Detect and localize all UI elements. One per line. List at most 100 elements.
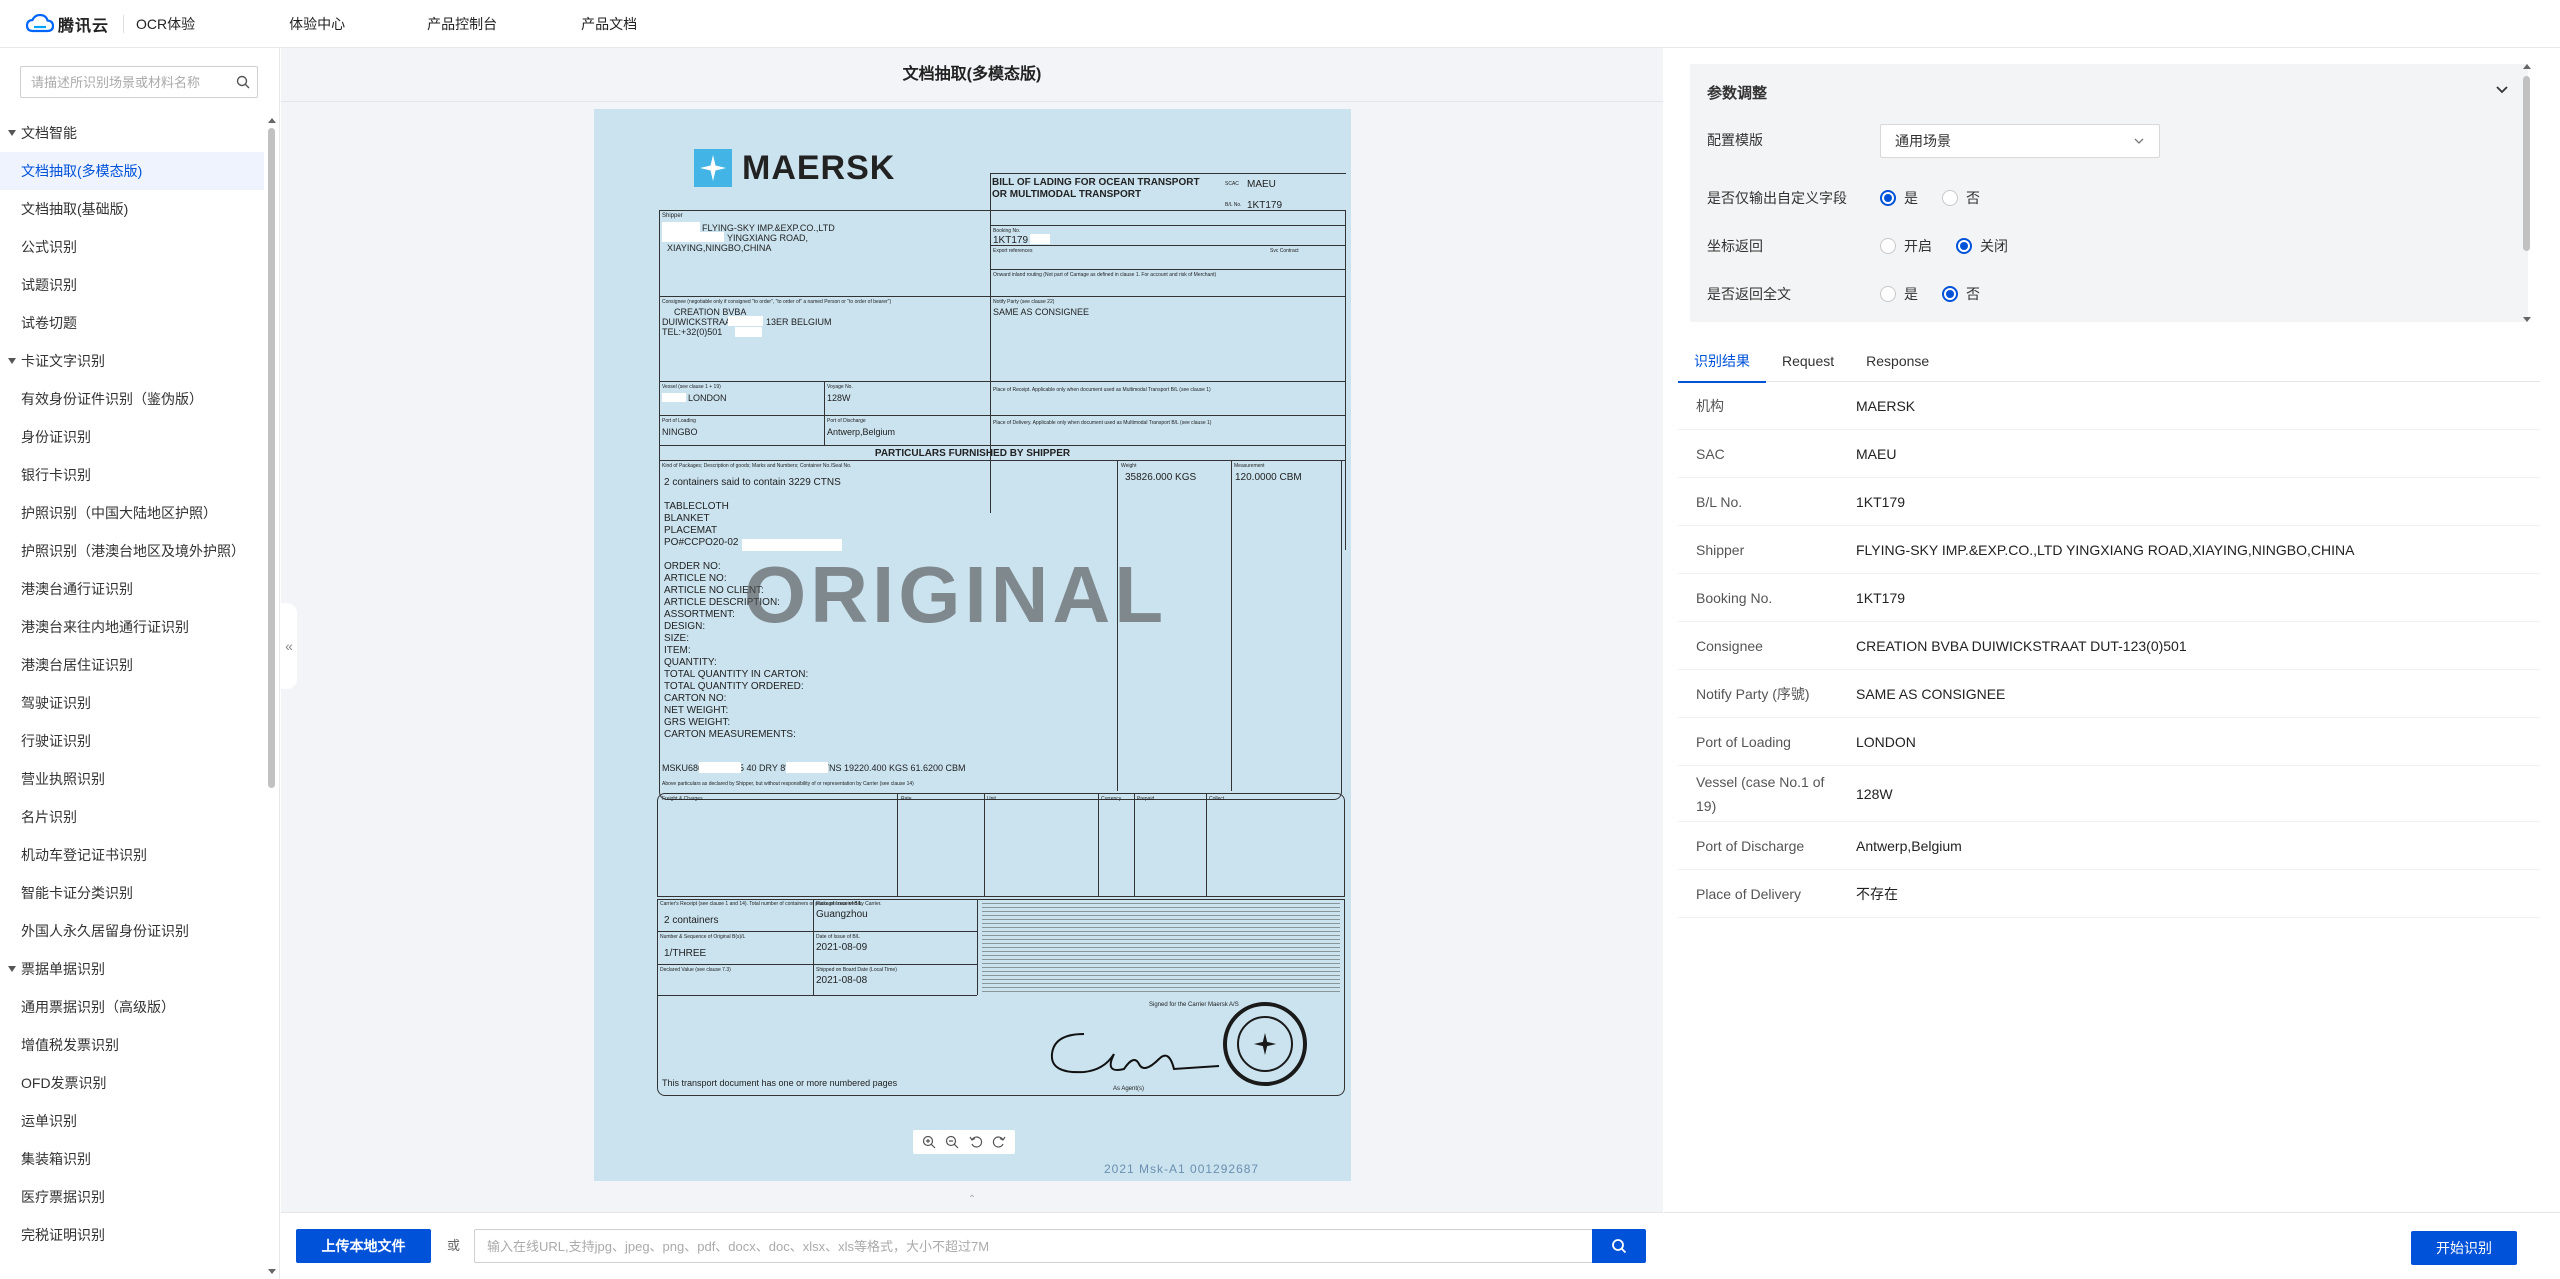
rotate-right-icon[interactable] xyxy=(990,1133,1008,1151)
result-key: Port of Loading xyxy=(1696,733,1791,750)
custom-only-yes-radio[interactable]: 是 xyxy=(1880,188,1918,208)
search-icon[interactable] xyxy=(229,67,257,97)
radio-checked-icon xyxy=(1880,190,1896,206)
menu-item-question[interactable]: 试题识别 xyxy=(0,266,264,304)
scroll-down-icon[interactable] xyxy=(268,1269,276,1274)
menu-item-bank-card[interactable]: 银行卡识别 xyxy=(0,456,264,494)
doc-transport-note: This transport document has one or more … xyxy=(662,1078,898,1088)
menu-item-doc-extract-basic[interactable]: 文档抽取(基础版) xyxy=(0,190,264,228)
doc-collect-label: Collect xyxy=(1209,796,1225,802)
menu-group-doc-intelligence[interactable]: 文档智能 xyxy=(0,114,264,152)
doc-shipped-value: 2021-08-08 xyxy=(816,975,868,986)
coord-on-radio[interactable]: 开启 xyxy=(1880,236,1932,256)
tab-result[interactable]: 识别结果 xyxy=(1678,340,1766,383)
brand-logo[interactable]: 腾讯云 xyxy=(26,0,109,48)
menu-group-invoice-ocr[interactable]: 票据单据识别 xyxy=(0,950,264,988)
menu-item-id-card[interactable]: 身份证识别 xyxy=(0,418,264,456)
result-value: LONDON xyxy=(1856,733,1916,750)
result-key: Notify Party (序號) xyxy=(1696,685,1810,702)
url-input-wrapper xyxy=(474,1229,1594,1263)
doc-number-value: 1/THREE xyxy=(664,948,707,959)
upload-bar: 上传本地文件 或 xyxy=(281,1212,1663,1279)
menu-item-business-card[interactable]: 名片识别 xyxy=(0,798,264,836)
doc-title-line2: OR MULTIMODAL TRANSPORT xyxy=(992,189,1142,200)
result-list: 机构 MAERSK SAC MAEU B/L No. 1KT179 Shipper FL… xyxy=(1678,382,2540,918)
doc-freight-label: Freight & Charges xyxy=(662,796,703,802)
doc-booking-label: Booking No. xyxy=(993,228,1021,234)
nav-ocr-experience[interactable]: OCR体验 xyxy=(136,0,195,48)
menu-group-card-ocr[interactable]: 卡证文字识别 xyxy=(0,342,264,380)
zoom-out-icon[interactable] xyxy=(943,1133,961,1151)
menu-item-hmt-residence[interactable]: 港澳台居住证识别 xyxy=(0,646,264,684)
fulltext-yes-radio[interactable]: 是 xyxy=(1880,284,1918,304)
menu-item-id-antifake[interactable]: 有效身份证件识别（鉴伪版） xyxy=(0,380,264,418)
scroll-up-icon[interactable] xyxy=(2523,64,2531,69)
doc-receipt-label: Place of Receipt. Applicable only when d… xyxy=(993,387,1211,393)
fulltext-no-radio[interactable]: 否 xyxy=(1942,284,1980,304)
action-bar: 开始识别 xyxy=(1664,1212,2560,1279)
scroll-up-icon[interactable] xyxy=(268,118,276,123)
menu-item-ofd-invoice[interactable]: OFD发票识别 xyxy=(0,1064,264,1102)
doc-rule xyxy=(659,210,1346,211)
params-scrollbar[interactable] xyxy=(2522,64,2532,322)
url-search-button[interactable] xyxy=(1592,1229,1646,1263)
start-recognition-button[interactable]: 开始识别 xyxy=(2411,1231,2517,1265)
nav-product-docs[interactable]: 产品文档 xyxy=(581,0,637,48)
nav-product-console[interactable]: 产品控制台 xyxy=(427,0,497,48)
result-row: Vessel (case No.1 of 19) 128W xyxy=(1678,766,2540,822)
scroll-down-icon[interactable] xyxy=(2523,317,2531,322)
sidebar-scrollbar[interactable] xyxy=(268,118,276,1274)
menu-item-vat-invoice[interactable]: 增值税发票识别 xyxy=(0,1026,264,1064)
custom-only-no-radio[interactable]: 否 xyxy=(1942,188,1980,208)
chevron-down-icon[interactable] xyxy=(2492,80,2512,100)
radio-checked-icon xyxy=(1956,238,1972,254)
carrier-signature-icon xyxy=(1050,1033,1220,1074)
doc-rule xyxy=(824,381,825,445)
doc-particulars-title: PARTICULARS FURNISHED BY SHIPPER xyxy=(874,448,1071,459)
doc-rule xyxy=(659,445,1346,446)
menu-item-vehicle-license[interactable]: 行驶证识别 xyxy=(0,722,264,760)
menu-item-container[interactable]: 集装箱识别 xyxy=(0,1140,264,1178)
menu-item-foreign-residence[interactable]: 外国人永久居留身份证识别 xyxy=(0,912,264,950)
menu-item-formula[interactable]: 公式识别 xyxy=(0,228,264,266)
menu-item-exam-split[interactable]: 试卷切题 xyxy=(0,304,264,342)
sidebar-search xyxy=(20,66,258,98)
doc-rule xyxy=(1134,793,1135,897)
menu-item-medical-invoice[interactable]: 医疗票据识别 xyxy=(0,1178,264,1216)
menu-item-vehicle-registration[interactable]: 机动车登记证书识别 xyxy=(0,836,264,874)
nav-experience-center[interactable]: 体验中心 xyxy=(289,0,345,48)
coord-off-radio[interactable]: 关闭 xyxy=(1956,236,2008,256)
menu-item-doc-extract-multimodal[interactable]: 文档抽取(多模态版) xyxy=(0,152,264,190)
menu-item-hmt-permit[interactable]: 港澳台通行证识别 xyxy=(0,570,264,608)
menu-item-business-license[interactable]: 营业执照识别 xyxy=(0,760,264,798)
doc-rule xyxy=(990,245,1346,246)
scrollbar-thumb[interactable] xyxy=(2523,76,2530,251)
collapse-sidebar-handle[interactable]: « xyxy=(281,603,297,689)
menu-item-waybill[interactable]: 运单识别 xyxy=(0,1102,264,1140)
params-panel: 参数调整 配置模版 通用场景 是否仅输出自定义字段 是 否 坐标返回 开启 关闭… xyxy=(1690,64,2528,322)
menu-item-tax-certificate[interactable]: 完税证明识别 xyxy=(0,1216,264,1254)
template-select[interactable]: 通用场景 xyxy=(1880,124,2160,158)
sidebar-search-input[interactable] xyxy=(21,67,229,97)
chevron-up-icon[interactable]: ⌃ xyxy=(964,1194,980,1205)
menu-item-passport-foreign[interactable]: 护照识别（港澳台地区及境外护照） xyxy=(0,532,264,570)
zoom-in-icon[interactable] xyxy=(920,1133,938,1151)
upload-local-file-button[interactable]: 上传本地文件 xyxy=(296,1229,431,1263)
tab-response[interactable]: Response xyxy=(1850,340,1945,382)
menu-item-card-classify[interactable]: 智能卡证分类识别 xyxy=(0,874,264,912)
menu-item-hmt-mainland-permit[interactable]: 港澳台来往内地通行证识别 xyxy=(0,608,264,646)
doc-svc-label: Svc Contract xyxy=(1270,248,1299,254)
tab-request[interactable]: Request xyxy=(1766,340,1850,382)
doc-voyage-value: 128W xyxy=(827,393,851,403)
menu-item-general-invoice[interactable]: 通用票据识别（高级版） xyxy=(0,988,264,1026)
doc-unit-label: Unit xyxy=(987,796,996,802)
doc-rule xyxy=(657,899,1345,900)
doc-export-ref-label: Export references xyxy=(993,248,1033,254)
menu-item-passport-cn[interactable]: 护照识别（中国大陆地区护照） xyxy=(0,494,264,532)
url-input[interactable] xyxy=(475,1230,1555,1262)
menu-item-driver-license[interactable]: 驾驶证识别 xyxy=(0,684,264,722)
doc-rate-label: Rate xyxy=(901,796,912,802)
search-icon xyxy=(1612,1239,1627,1254)
scrollbar-thumb[interactable] xyxy=(268,128,275,788)
rotate-left-icon[interactable] xyxy=(967,1133,985,1151)
